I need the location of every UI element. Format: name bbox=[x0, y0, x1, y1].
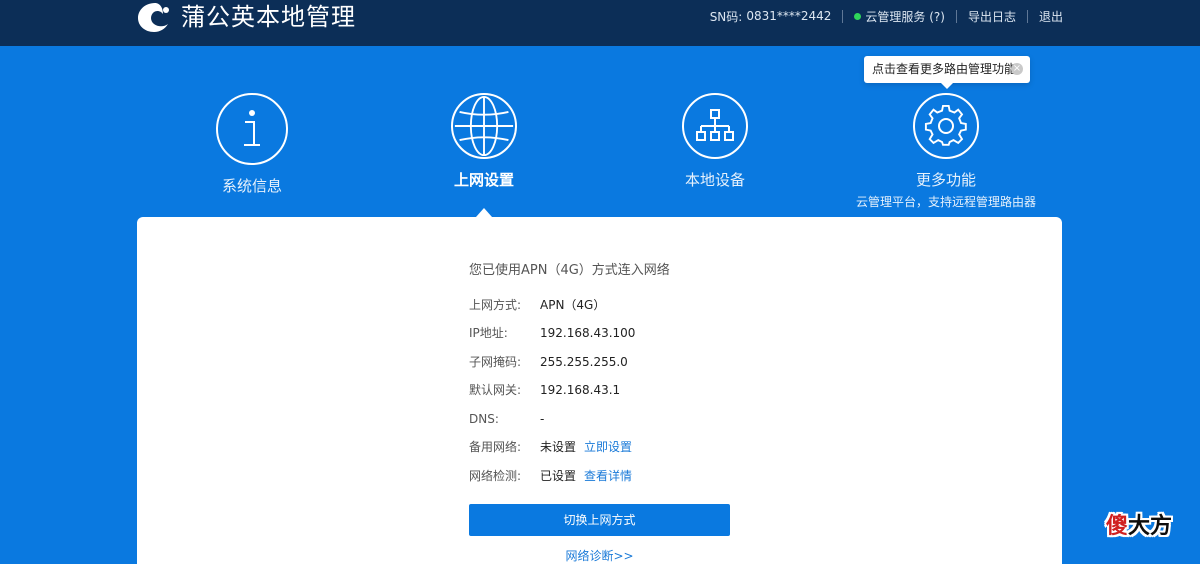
divider bbox=[842, 9, 844, 23]
row-key: 备用网络: bbox=[469, 440, 522, 454]
row-key: IP地址: bbox=[469, 326, 508, 340]
info-row-ip: IP地址: 192.168.43.100 bbox=[469, 323, 635, 343]
info-row-mode: 上网方式: APN（4G） bbox=[469, 295, 605, 315]
info-row-gateway: 默认网关: 192.168.43.1 bbox=[469, 380, 620, 400]
network-diagnosis-link[interactable]: 网络诊断>> bbox=[469, 547, 730, 564]
nav-local-devices[interactable]: 本地设备 bbox=[625, 90, 805, 190]
row-key: 默认网关: bbox=[469, 383, 522, 397]
connection-status: 您已使用APN（4G）方式连入网络 bbox=[469, 263, 670, 278]
nav-label: 系统信息 bbox=[221, 177, 282, 195]
view-details-link[interactable]: 查看详情 bbox=[584, 469, 632, 483]
row-value: 255.255.255.0 bbox=[540, 355, 628, 369]
header-links: SN码: 0831****2442 云管理服务 (?) 导出日志 退出 bbox=[710, 6, 1063, 26]
switch-mode-button[interactable]: 切换上网方式 bbox=[469, 504, 730, 536]
row-value: 192.168.43.1 bbox=[540, 383, 621, 397]
divider bbox=[1026, 9, 1028, 23]
divider bbox=[955, 9, 957, 23]
nav-label: 更多功能 bbox=[915, 171, 976, 189]
nav-internet-settings[interactable]: 上网设置 bbox=[394, 90, 574, 190]
status-dot-icon bbox=[854, 12, 862, 20]
internet-settings-panel: 您已使用APN（4G）方式连入网络 上网方式: APN（4G） IP地址: 192.… bbox=[137, 217, 1062, 564]
globe-icon bbox=[451, 93, 517, 159]
close-icon[interactable]: × bbox=[1011, 63, 1023, 75]
cloud-service-link[interactable]: 云管理服务 (?) bbox=[865, 8, 945, 25]
more-features-tooltip: 点击查看更多路由管理功能 × bbox=[864, 56, 1030, 89]
sn-value: 0831****2442 bbox=[746, 9, 832, 23]
nav-label: 本地设备 bbox=[684, 171, 745, 189]
setup-now-link[interactable]: 立即设置 bbox=[584, 440, 632, 454]
row-value: - bbox=[540, 412, 545, 426]
watermark-part1: 傻 bbox=[1106, 514, 1129, 539]
dandelion-logo-icon bbox=[138, 3, 169, 32]
sn-label: SN码: bbox=[709, 9, 743, 24]
row-value: 192.168.43.100 bbox=[540, 326, 636, 340]
network-tree-icon bbox=[682, 93, 748, 159]
tooltip-text: 点击查看更多路由管理功能 bbox=[872, 62, 1017, 76]
row-key: 子网掩码: bbox=[469, 355, 522, 369]
row-key: 上网方式: bbox=[469, 298, 522, 312]
export-log-link[interactable]: 导出日志 bbox=[968, 8, 1016, 25]
active-tab-caret-icon bbox=[476, 208, 492, 217]
info-icon bbox=[216, 93, 288, 165]
row-value: 已设置 bbox=[540, 469, 577, 483]
top-bar: 蒲公英本地管理 SN码: 0831****2442 云管理服务 (?) 导出日志… bbox=[0, 0, 1200, 46]
info-row-dns: DNS: - bbox=[469, 409, 544, 429]
nav-label: 上网设置 bbox=[453, 171, 514, 189]
nav-more-features[interactable]: 更多功能 云管理平台，支持远程管理路由器 bbox=[856, 90, 1036, 210]
info-row-subnet: 子网掩码: 255.255.255.0 bbox=[469, 352, 628, 372]
watermark-part2: 大方 bbox=[1128, 514, 1173, 539]
logout-link[interactable]: 退出 bbox=[1039, 8, 1063, 25]
watermark-logo: 傻大方 bbox=[1106, 508, 1172, 540]
info-row-network-check: 网络检测: 已设置 查看详情 bbox=[469, 466, 632, 486]
brand-title: 蒲公英本地管理 bbox=[181, 3, 356, 31]
row-value: APN（4G） bbox=[540, 298, 606, 312]
gear-icon bbox=[913, 93, 979, 159]
row-key: DNS: bbox=[469, 412, 499, 426]
row-key: 网络检测: bbox=[469, 469, 522, 483]
nav-subtitle: 云管理平台，支持远程管理路由器 bbox=[856, 195, 1037, 209]
nav-system-info[interactable]: 系统信息 bbox=[162, 90, 342, 196]
info-row-backup-network: 备用网络: 未设置 立即设置 bbox=[469, 437, 632, 457]
row-value: 未设置 bbox=[540, 440, 577, 454]
